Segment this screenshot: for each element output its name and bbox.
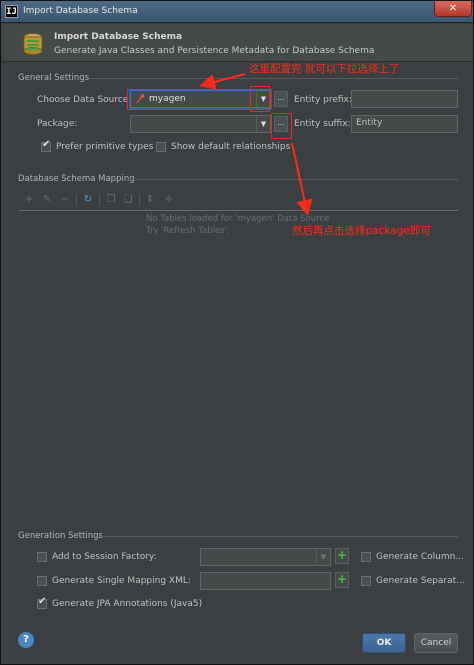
generate-jpa-annotations-label: Generate JPA Annotations (Java5)	[52, 599, 203, 609]
window-title: Import Database Schema	[23, 6, 138, 16]
add-to-session-factory-label: Add to Session Factory:	[52, 552, 157, 562]
show-default-relationships-checkbox[interactable]	[156, 142, 166, 152]
close-window-button[interactable]: ✕	[434, 1, 472, 17]
header-title: Import Database Schema	[54, 32, 183, 42]
ok-button[interactable]: OK	[362, 633, 406, 653]
database-icon	[23, 33, 43, 55]
cancel-button[interactable]: Cancel	[414, 633, 458, 653]
entity-prefix-label: Entity prefix:	[294, 95, 352, 105]
schema-mapping-divider	[127, 179, 458, 180]
schema-mapping-label: Database Schema Mapping	[18, 174, 135, 184]
generate-column-checkbox[interactable]	[361, 552, 371, 562]
refresh-hint-message: Try 'Refresh Tables'.	[146, 226, 230, 236]
collapse-all-icon[interactable]: ≑	[163, 194, 175, 206]
toolbar-separator	[99, 194, 100, 206]
annotation-box-dropdown	[250, 86, 270, 112]
generate-column-label: Generate Column...	[376, 552, 464, 562]
chevron-down-icon[interactable]: ▼	[256, 116, 270, 132]
prefer-primitive-types-checkbox[interactable]: ✔	[41, 139, 51, 152]
chevron-down-icon[interactable]: ▼	[316, 549, 330, 565]
toolbar-separator	[76, 194, 77, 206]
checkmark-icon: ✔	[42, 139, 51, 150]
refresh-tables-icon[interactable]: ↻	[82, 194, 94, 206]
package-combo[interactable]: ▼	[130, 115, 271, 133]
arrow-to-data-source	[199, 73, 246, 90]
title-bar: IJ Import Database Schema ✕	[1, 1, 473, 23]
edit-icon[interactable]: ✎	[41, 194, 53, 206]
expand-all-icon[interactable]: ⇕	[144, 194, 156, 206]
add-session-factory-button[interactable]: +	[335, 548, 349, 564]
annotation-box-package-browse	[271, 113, 292, 139]
annotation-note-configure: 这里配置完 就可以下拉选择上了	[249, 63, 400, 75]
generate-separate-checkbox[interactable]	[361, 576, 371, 586]
show-default-relationships-label: Show default relationships	[171, 142, 291, 152]
import-database-schema-dialog: IJ Import Database Schema ✕ Import Datab…	[0, 0, 474, 665]
mapping-xml-field[interactable]	[200, 572, 331, 590]
toolbar-separator	[139, 194, 140, 206]
add-mapping-xml-button[interactable]: +	[335, 572, 349, 588]
choose-data-source-label: Choose Data Source:	[37, 95, 132, 105]
prefer-primitive-types-label: Prefer primitive types	[56, 142, 154, 152]
general-settings-label: General Settings	[18, 73, 90, 83]
generate-jpa-annotations-checkbox[interactable]: ✔	[37, 596, 47, 609]
add-icon[interactable]: +	[23, 194, 35, 206]
generation-settings-label: Generation Settings	[18, 531, 103, 541]
schema-mapping-tree[interactable]: No Tables loaded for 'myagen' Data Sourc…	[19, 210, 458, 525]
duplicate-icon[interactable]: ❏	[122, 194, 134, 206]
entity-prefix-field[interactable]	[351, 90, 458, 108]
add-to-session-factory-checkbox[interactable]	[37, 552, 47, 562]
generation-settings-divider	[99, 536, 458, 537]
package-label: Package:	[37, 119, 78, 129]
remove-icon[interactable]: −	[59, 194, 71, 206]
generate-separate-label: Generate Separat...	[376, 576, 465, 586]
session-factory-combo[interactable]: ▼	[200, 548, 331, 566]
generate-single-mapping-xml-label: Generate Single Mapping XML:	[52, 576, 191, 586]
help-button[interactable]: ?	[18, 632, 34, 648]
data-source-browse-button[interactable]: ...	[274, 91, 288, 107]
arrow-to-package-note	[291, 142, 313, 216]
header-subtitle: Generate Java Classes and Persistence Me…	[54, 46, 375, 56]
dialog-header: Import Database Schema Generate Java Cla…	[2, 24, 473, 62]
entity-suffix-field[interactable]: Entity	[351, 115, 458, 133]
copy-icon[interactable]: ❐	[105, 194, 117, 206]
entity-suffix-label: Entity suffix:	[294, 119, 351, 129]
checkmark-icon: ✔	[38, 596, 47, 607]
general-settings-divider	[89, 78, 458, 79]
generate-single-mapping-xml-checkbox[interactable]	[37, 576, 47, 586]
annotation-note-package: 然后再点击选择package即可	[292, 225, 431, 237]
intellij-app-icon: IJ	[5, 5, 18, 18]
